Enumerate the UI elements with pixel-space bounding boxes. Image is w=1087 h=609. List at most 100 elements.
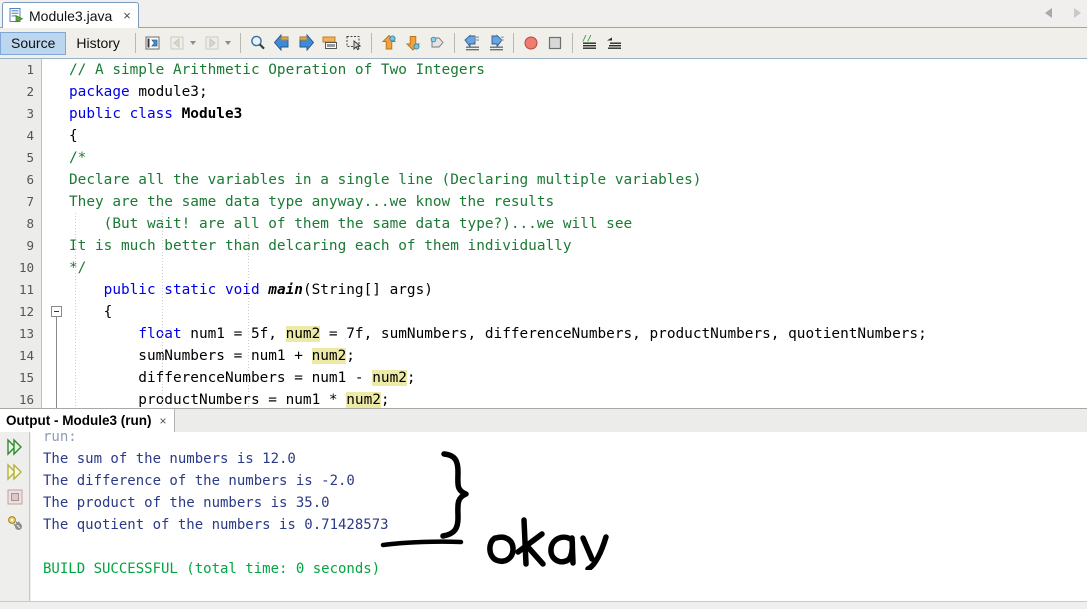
code-line[interactable]: package module3; xyxy=(69,81,208,103)
output-line: The difference of the numbers is -2.0 xyxy=(43,473,355,489)
code-line[interactable]: differenceNumbers = num1 - num2; xyxy=(69,367,416,389)
indent-guide xyxy=(75,213,76,408)
line-number: 3 xyxy=(26,106,34,121)
line-number: 2 xyxy=(26,84,34,99)
code-token: sumNumbers = num1 + xyxy=(69,348,312,364)
code-line[interactable]: /* xyxy=(69,147,86,169)
line-number: 8 xyxy=(26,216,34,231)
code-line[interactable]: public class Module3 xyxy=(69,103,242,125)
stop-macro-recording-icon[interactable] xyxy=(546,34,564,52)
scroll-right-arrow-icon[interactable] xyxy=(1074,8,1081,18)
output-line: The product of the numbers is 35.0 xyxy=(43,495,330,511)
code-fold-column[interactable] xyxy=(43,59,69,408)
line-number: 11 xyxy=(18,282,34,297)
next-bookmark-dropdown-caret-icon[interactable] xyxy=(224,41,231,45)
previous-bookmark-icon[interactable] xyxy=(168,34,186,52)
editor-toolbar: Source History // xyxy=(0,28,1087,59)
code-line[interactable]: */ xyxy=(69,257,86,279)
editor-tab-module3[interactable]: Module3.java × xyxy=(2,2,139,28)
output-tab-module3-run[interactable]: Output - Module3 (run) × xyxy=(0,409,176,433)
toggle-error-stripe-icon[interactable] xyxy=(428,34,446,52)
handwritten-okay-annotation xyxy=(487,517,609,570)
code-line[interactable]: sumNumbers = num1 + num2; xyxy=(69,345,355,367)
code-text-area[interactable]: // A simple Arithmetic Operation of Two … xyxy=(69,59,1087,408)
line-number: 7 xyxy=(26,194,34,209)
code-token: /* xyxy=(69,150,87,166)
start-macro-recording-icon[interactable] xyxy=(522,34,540,52)
code-token: // A simple Arithmetic Operation of Two … xyxy=(69,62,485,78)
uncomment-icon[interactable] xyxy=(605,34,623,52)
output-window: Output - Module3 (run) × BUILD SUCCESSFU… xyxy=(0,408,1087,609)
stop-process-icon[interactable] xyxy=(6,488,24,506)
toolbar-separator xyxy=(134,33,136,53)
shift-line-right-icon[interactable] xyxy=(487,34,505,52)
output-tab-strip: Output - Module3 (run) × xyxy=(0,408,1087,433)
code-line[interactable]: It is much better than delcaring each of… xyxy=(69,235,572,257)
line-number: 4 xyxy=(26,128,34,143)
previous-bookmark-dropdown-caret-icon[interactable] xyxy=(189,41,196,45)
toggle-rectangular-selection-icon[interactable] xyxy=(345,34,363,52)
next-bookmark-icon[interactable] xyxy=(203,34,221,52)
output-tab-close-icon[interactable]: × xyxy=(159,414,166,428)
code-token: ; xyxy=(380,392,390,408)
line-number: 16 xyxy=(18,392,34,407)
code-line[interactable]: // A simple Arithmetic Operation of Two … xyxy=(69,59,485,81)
code-line[interactable]: Declare all the variables in a single li… xyxy=(69,169,701,191)
tab-source[interactable]: Source xyxy=(0,31,67,55)
output-text-area[interactable]: BUILD SUCCESSFUL (total time: 0 seconds)… xyxy=(31,432,1087,609)
rerun-with-different-params-icon[interactable] xyxy=(6,463,24,481)
toggle-highlight-search-icon[interactable] xyxy=(321,34,339,52)
line-number: 12 xyxy=(18,304,34,319)
code-line[interactable]: They are the same data type anyway...we … xyxy=(69,191,554,213)
code-line[interactable]: float num1 = 5f, num2 = 7f, sumNumbers, … xyxy=(69,323,927,345)
output-line: BUILD SUCCESSFUL (total time: 0 seconds) xyxy=(43,561,381,577)
code-token: They are the same data type anyway...we … xyxy=(69,194,555,210)
toolbar-separator xyxy=(453,33,455,53)
toggle-bookmark-icon[interactable] xyxy=(144,34,162,52)
code-token: module3; xyxy=(138,84,208,100)
editor-tab-label: Module3.java xyxy=(29,7,113,24)
code-token: (String[] args) xyxy=(302,282,433,298)
code-token: */ xyxy=(69,260,87,276)
code-token: num2 xyxy=(311,348,347,364)
output-action-gutter xyxy=(0,432,30,609)
output-line: The quotient of the numbers is 0.7142857… xyxy=(43,517,389,533)
java-file-icon xyxy=(9,8,24,23)
tab-scroll-arrows xyxy=(1045,5,1081,21)
code-editor[interactable]: 1 2 3 4 5 6 7 8 9 10 11 12 13 14 15 16 // A simple Arit… xyxy=(0,59,1087,408)
output-line: run: xyxy=(43,432,77,445)
line-number: 15 xyxy=(18,370,34,385)
next-error-icon[interactable] xyxy=(404,34,422,52)
code-line[interactable]: (But wait! are all of them the same data… xyxy=(69,213,633,235)
line-number: 10 xyxy=(18,260,34,275)
find-previous-icon[interactable] xyxy=(273,33,291,52)
netbeans-window: Module3.java × Source History // 1 2 3 4… xyxy=(0,0,1087,609)
code-token: ; xyxy=(346,348,355,364)
find-selection-icon[interactable] xyxy=(249,34,267,52)
tab-history[interactable]: History xyxy=(66,32,130,55)
previous-error-icon[interactable] xyxy=(380,34,398,52)
code-line[interactable]: productNumbers = num1 * num2; xyxy=(69,389,390,408)
code-token: = 7f, sumNumbers, differenceNumbers, pro… xyxy=(320,326,927,342)
find-next-icon[interactable] xyxy=(297,33,315,52)
code-token: Module3 xyxy=(181,106,243,122)
rerun-icon[interactable] xyxy=(6,438,24,456)
shift-line-left-icon[interactable] xyxy=(463,34,481,52)
code-token: { xyxy=(69,128,78,144)
settings-gear-icon[interactable] xyxy=(6,514,24,532)
code-token: productNumbers = num1 * xyxy=(69,392,347,408)
scroll-left-arrow-icon[interactable] xyxy=(1045,8,1052,18)
code-line[interactable]: { xyxy=(69,125,78,147)
window-bottom-edge xyxy=(0,601,1087,609)
code-token: num2 xyxy=(372,370,407,386)
code-fold-toggle[interactable] xyxy=(51,306,62,317)
code-line[interactable]: public static void main(String[] args) xyxy=(69,279,433,301)
comment-icon[interactable]: // xyxy=(581,34,599,52)
line-number: 13 xyxy=(18,326,34,341)
editor-tab-close-icon[interactable]: × xyxy=(123,9,131,22)
svg-text://: // xyxy=(582,34,592,43)
code-token: public class xyxy=(69,106,182,122)
code-token: num2 xyxy=(346,392,381,408)
code-token: package xyxy=(69,84,139,100)
